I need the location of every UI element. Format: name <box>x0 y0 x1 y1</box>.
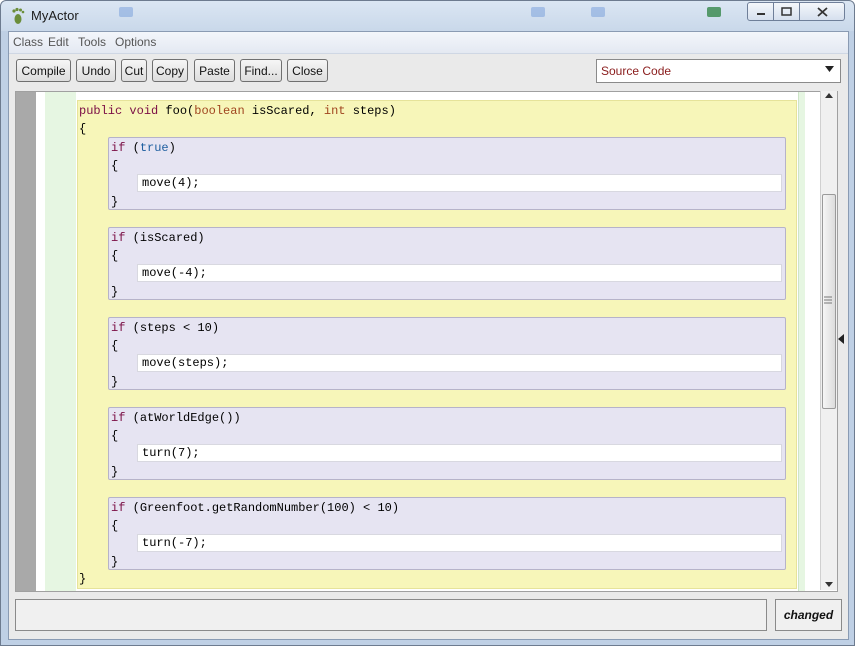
statement-line[interactable]: turn(-7); <box>137 534 782 552</box>
minimize-icon <box>756 12 765 15</box>
if-condition[interactable]: if (isScared) <box>111 231 205 245</box>
line-gutter <box>16 92 36 591</box>
if-condition[interactable]: if (true) <box>111 141 176 155</box>
statement-line[interactable]: move(-4); <box>137 264 782 282</box>
window-title: MyActor <box>31 8 79 23</box>
class-scope-band <box>45 92 76 591</box>
block-close-brace: } <box>111 465 119 479</box>
scrollbar-grip-icon <box>824 296 832 304</box>
title-bar[interactable]: MyActor <box>1 1 854 31</box>
compile-button[interactable]: Compile <box>16 59 71 82</box>
close-icon <box>816 6 828 17</box>
if-block: if (atWorldEdge()) { turn(7); } <box>108 407 786 480</box>
block-close-brace: } <box>111 285 119 299</box>
class-scope-edge <box>798 92 805 591</box>
scroll-down-icon[interactable] <box>825 582 833 588</box>
menu-tools[interactable]: Tools <box>78 35 106 49</box>
if-condition[interactable]: if (steps < 10) <box>111 321 219 335</box>
collapse-arrow-icon[interactable] <box>838 334 844 344</box>
menu-bar: Class Edit Tools Options <box>9 32 848 54</box>
menu-options[interactable]: Options <box>115 35 156 49</box>
method-open-brace: { <box>79 122 87 136</box>
foot-icon <box>12 7 25 24</box>
maximize-button[interactable] <box>774 2 800 21</box>
block-close-brace: } <box>111 555 119 569</box>
editor-client-area: Class Edit Tools Options Compile Undo Cu… <box>8 31 849 640</box>
chevron-down-icon <box>825 66 834 72</box>
cut-button[interactable]: Cut <box>121 59 147 82</box>
close-button[interactable]: Close <box>287 59 328 82</box>
statement-text: move(4); <box>142 176 200 190</box>
scroll-up-icon[interactable] <box>825 93 833 99</box>
view-select[interactable]: Source Code <box>596 59 841 83</box>
block-open-brace: { <box>111 249 119 263</box>
copy-button[interactable]: Copy <box>152 59 188 82</box>
method-close-brace: } <box>79 572 87 586</box>
statement-text: move(-4); <box>142 266 207 280</box>
block-open-brace: { <box>111 519 119 533</box>
window-controls <box>747 2 845 21</box>
if-condition[interactable]: if (Greenfoot.getRandomNumber(100) < 10) <box>111 501 399 515</box>
close-window-button[interactable] <box>800 2 845 21</box>
vertical-scrollbar[interactable] <box>820 91 837 590</box>
minimize-button[interactable] <box>747 2 774 21</box>
block-open-brace: { <box>111 429 119 443</box>
statement-text: turn(-7); <box>142 536 207 550</box>
if-condition[interactable]: if (atWorldEdge()) <box>111 411 241 425</box>
block-close-brace: } <box>111 375 119 389</box>
block-close-brace: } <box>111 195 119 209</box>
paste-button[interactable]: Paste <box>194 59 235 82</box>
status-message-box <box>15 599 767 631</box>
statement-text: turn(7); <box>142 446 200 460</box>
block-open-brace: { <box>111 159 119 173</box>
undo-button[interactable]: Undo <box>76 59 116 82</box>
if-block: if (steps < 10) { move(steps); } <box>108 317 786 390</box>
menu-edit[interactable]: Edit <box>48 35 69 49</box>
save-state-label: changed <box>775 599 842 631</box>
statement-line[interactable]: move(4); <box>137 174 782 192</box>
app-window: MyActor Class Edit Tools Options Compile… <box>0 0 855 646</box>
find-button[interactable]: Find... <box>240 59 282 82</box>
view-select-value: Source Code <box>601 64 672 78</box>
code-editor[interactable]: public void foo(boolean isScared, int st… <box>15 91 838 592</box>
maximize-icon <box>781 7 792 16</box>
block-open-brace: { <box>111 339 119 353</box>
statement-text: move(steps); <box>142 356 229 370</box>
gutter-separator <box>36 92 45 591</box>
if-block: if (Greenfoot.getRandomNumber(100) < 10)… <box>108 497 786 570</box>
statement-line[interactable]: move(steps); <box>137 354 782 372</box>
method-signature[interactable]: public void foo(boolean isScared, int st… <box>79 104 396 118</box>
if-block: if (true) { move(4); } <box>108 137 786 210</box>
statement-line[interactable]: turn(7); <box>137 444 782 462</box>
if-block: if (isScared) { move(-4); } <box>108 227 786 300</box>
menu-class[interactable]: Class <box>13 35 43 49</box>
